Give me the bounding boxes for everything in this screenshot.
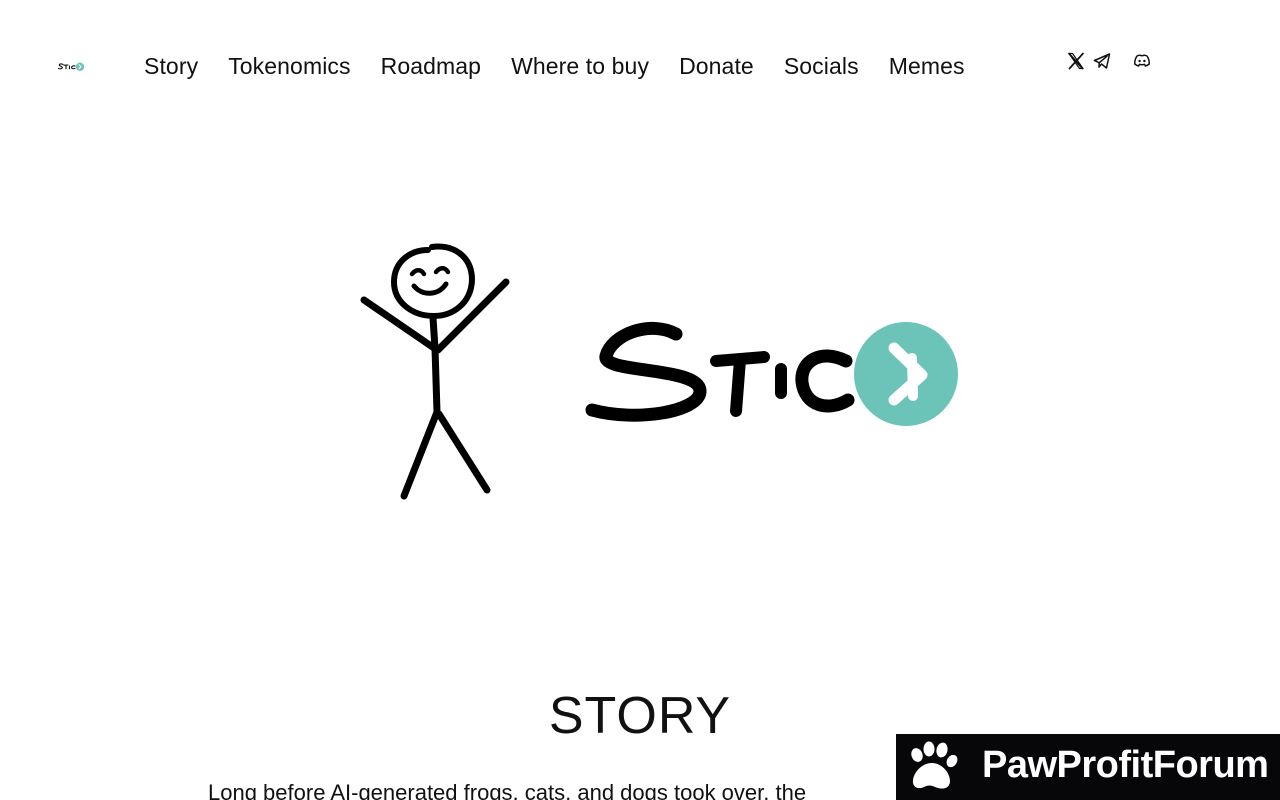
hero-logo — [350, 236, 970, 506]
discord-icon[interactable] — [1132, 51, 1152, 71]
nav-item-where-to-buy[interactable]: Where to buy — [511, 53, 649, 80]
stick-k-badge-icon — [854, 322, 958, 426]
stick-figure-illustration — [360, 243, 510, 500]
nav-item-roadmap[interactable]: Roadmap — [381, 53, 481, 80]
nav-item-tokenomics[interactable]: Tokenomics — [228, 53, 350, 80]
nav-item-donate[interactable]: Donate — [679, 53, 754, 80]
main-nav: Story Tokenomics Roadmap Where to buy Do… — [144, 50, 965, 82]
page: Story Tokenomics Roadmap Where to buy Do… — [0, 0, 1280, 800]
stick-logo[interactable] — [57, 58, 87, 74]
nav-item-memes[interactable]: Memes — [889, 53, 965, 80]
nav-item-story[interactable]: Story — [144, 53, 198, 80]
paw-icon — [911, 741, 958, 789]
x-icon[interactable] — [1066, 51, 1086, 71]
nav-item-socials[interactable]: Socials — [784, 53, 859, 80]
watermark-text: PawProfitForum — [982, 744, 1269, 786]
watermark-badge: PawProfitForum — [896, 734, 1280, 800]
telegram-icon[interactable] — [1092, 51, 1112, 71]
stick-wordmark — [585, 321, 855, 422]
site-header: Story Tokenomics Roadmap Where to buy Do… — [0, 0, 1280, 132]
